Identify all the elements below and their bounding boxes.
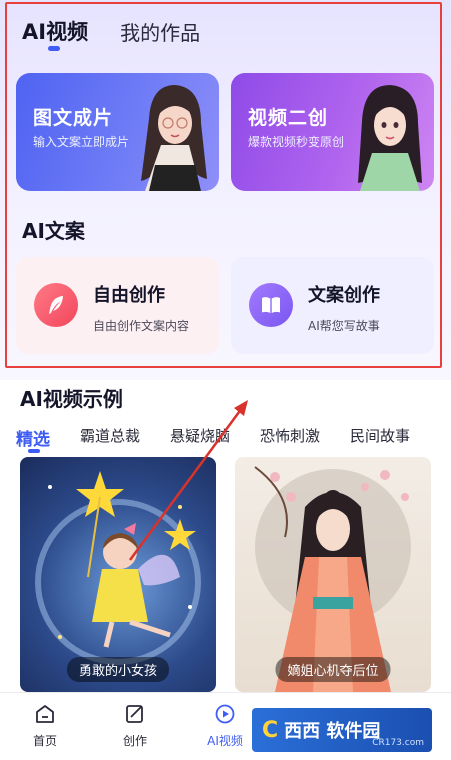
nav-home[interactable]: 首页: [15, 703, 75, 749]
edit-icon: [126, 705, 143, 723]
annotation-arrow: [128, 400, 248, 561]
home-icon: [36, 705, 54, 723]
nav-label: AI视频: [207, 734, 243, 748]
nav-ai-video[interactable]: AI视频: [195, 703, 255, 749]
play-circle-icon: [215, 704, 235, 724]
nav-create[interactable]: 创作: [105, 703, 165, 749]
watermark-logo: C 西西 软件园 CR173.com: [252, 708, 432, 752]
nav-label: 创作: [122, 734, 147, 748]
nav-label: 首页: [32, 734, 57, 748]
